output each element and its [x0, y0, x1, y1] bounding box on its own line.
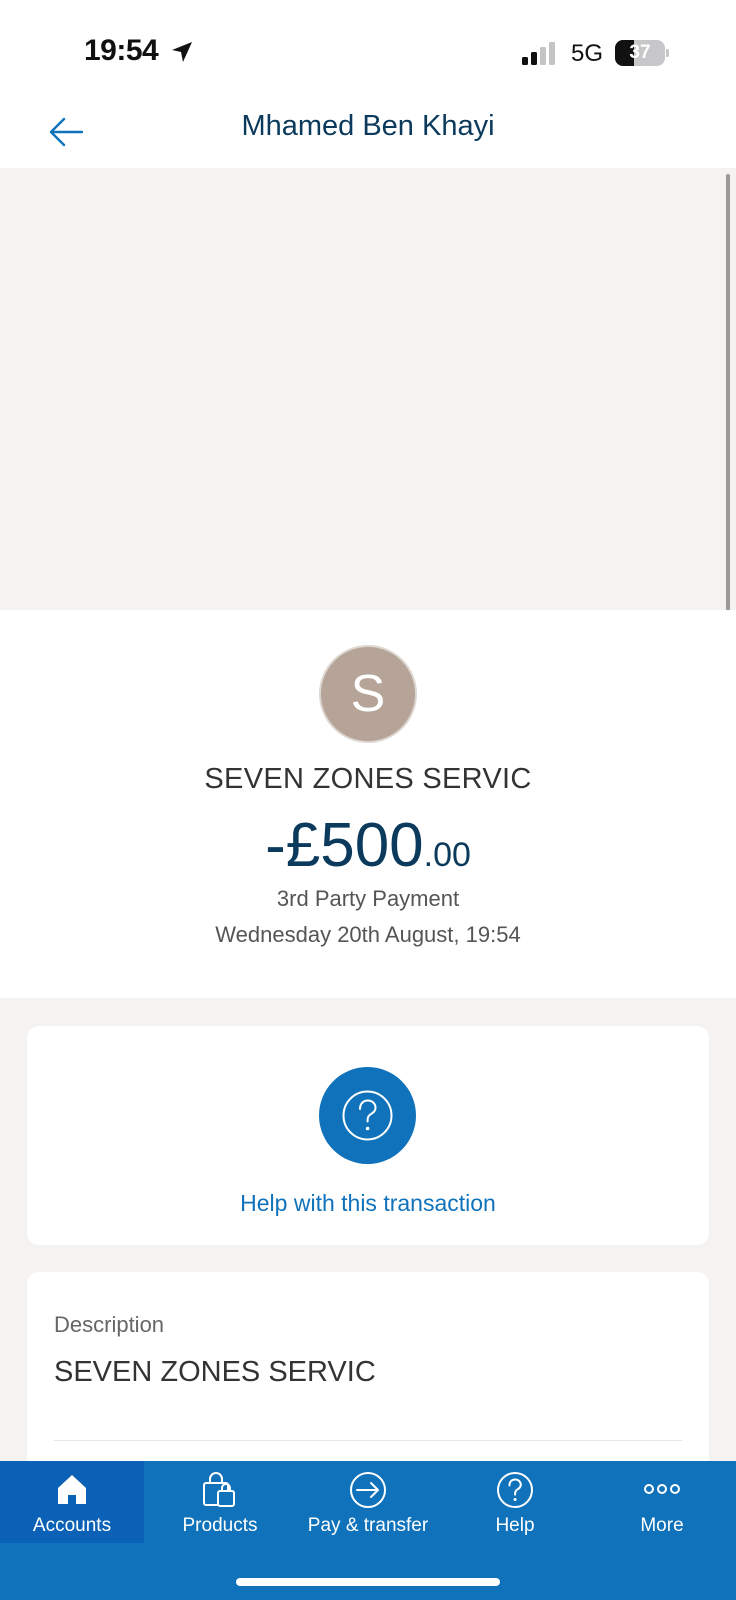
tab-accounts[interactable]: Accounts: [0, 1461, 144, 1543]
battery-icon: 37: [615, 40, 669, 66]
transaction-summary: S SEVEN ZONES SERVIC -£500.00 3rd Party …: [0, 610, 736, 998]
tab-label: More: [640, 1515, 684, 1536]
tab-label: Pay & transfer: [307, 1515, 429, 1536]
network-label: 5G: [571, 40, 604, 67]
help-label: Help with this transaction: [240, 1190, 496, 1216]
home-icon: [58, 1475, 86, 1504]
payment-date: Wednesday 20th August, 19:54: [215, 922, 521, 947]
description-card: Description SEVEN ZONES SERVIC: [27, 1272, 709, 1472]
status-bar: 19:54 5G 37: [0, 0, 736, 96]
tab-help[interactable]: Help: [445, 1461, 585, 1543]
tab-label: Products: [182, 1515, 258, 1536]
signal-icon: [522, 42, 555, 65]
home-indicator: [236, 1578, 500, 1586]
more-icon: [644, 1484, 680, 1494]
tab-pay-transfer[interactable]: Pay & transfer: [298, 1461, 438, 1543]
location-arrow-icon: [172, 42, 192, 62]
status-time: 19:54: [84, 34, 159, 67]
amount-main: -£500: [265, 811, 424, 880]
tab-products[interactable]: Products: [150, 1461, 290, 1543]
map-area: [0, 168, 736, 610]
divider: [54, 1440, 682, 1441]
transfer-icon: [350, 1472, 386, 1508]
help-circle: [319, 1067, 416, 1164]
description-value: SEVEN ZONES SERVIC: [54, 1356, 376, 1388]
merchant-name: SEVEN ZONES SERVIC: [204, 763, 532, 795]
transaction-amount: -£500.00: [0, 810, 736, 881]
tab-more[interactable]: More: [592, 1461, 732, 1543]
help-with-transaction-button[interactable]: Help with this transaction: [27, 1026, 709, 1245]
page-title: Mhamed Ben Khayi: [241, 110, 495, 142]
merchant-avatar: S: [319, 645, 417, 743]
help-icon: [497, 1472, 533, 1508]
tab-label: Help: [495, 1515, 535, 1536]
tab-label: Accounts: [32, 1515, 112, 1536]
battery-level: 37: [629, 42, 651, 63]
description-label: Description: [54, 1312, 165, 1337]
shopping-bag-icon: [203, 1472, 235, 1507]
question-mark-icon: [342, 1090, 393, 1141]
amount-decimal: .00: [423, 836, 471, 874]
payment-type: 3rd Party Payment: [276, 886, 460, 911]
header: Mhamed Ben Khayi: [0, 96, 736, 168]
scrollbar[interactable]: [726, 174, 730, 656]
